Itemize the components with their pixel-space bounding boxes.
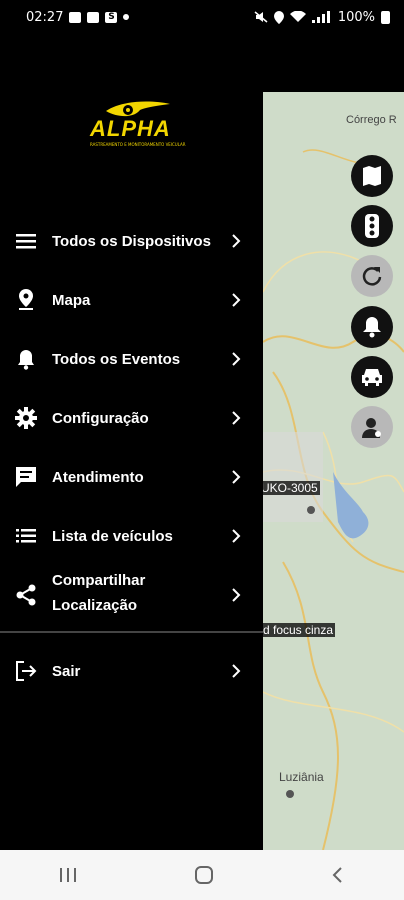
logo-name: ALPHA — [90, 116, 171, 141]
dot-icon — [123, 14, 130, 20]
menu-label: Mapa — [52, 291, 91, 309]
alerts-button[interactable] — [351, 306, 393, 348]
recent-apps-icon[interactable] — [58, 867, 78, 883]
battery-icon — [381, 10, 390, 24]
status-bar: 02:27 S 100% — [0, 0, 404, 34]
menu-label: Atendimento — [52, 468, 144, 486]
menu-icon — [14, 229, 38, 253]
logout-icon — [14, 659, 38, 683]
chat-icon — [14, 465, 38, 489]
menu-label: Lista de veículos — [52, 527, 173, 545]
map-label-luziania: Luziânia — [279, 770, 324, 784]
map-roads — [263, 92, 404, 850]
refresh-icon — [362, 267, 382, 286]
brand-logo: ALPHA RASTREAMENTO E MONITORAMENTO VEICU… — [88, 98, 186, 152]
map-view[interactable]: Córrego R Luziânia UKO-3005 rd focus cin… — [263, 92, 404, 850]
vehicle-button[interactable] — [351, 356, 393, 398]
chevron-right-icon — [232, 293, 241, 307]
menu-divider — [0, 631, 263, 633]
menu-label: Compartilhar — [52, 572, 146, 589]
battery-percent: 100% — [337, 9, 375, 25]
menu-item-todos-dispositivos[interactable]: Todos os Dispositivos — [0, 216, 263, 266]
traffic-button[interactable] — [351, 205, 393, 247]
menu-item-lista-veiculos[interactable]: Lista de veículos — [0, 511, 263, 561]
back-icon[interactable] — [330, 866, 346, 884]
car-icon — [362, 369, 382, 386]
vehicle-plate-tag[interactable]: UKO-3005 — [263, 481, 320, 495]
chevron-right-icon — [232, 470, 241, 484]
chevron-right-icon — [232, 234, 241, 248]
vehicle-name-tag[interactable]: rd focus cinza — [263, 623, 336, 637]
support-agent-icon — [362, 418, 381, 438]
map-icon — [363, 166, 381, 186]
system-navigation-bar — [0, 850, 404, 900]
support-agent-button[interactable] — [351, 406, 393, 448]
map-layers-button[interactable] — [351, 155, 393, 197]
menu-item-sair[interactable]: Sair — [0, 646, 263, 696]
home-icon[interactable] — [194, 865, 214, 885]
bell-icon — [363, 317, 381, 338]
menu-label: Configuração — [52, 409, 149, 427]
gallery-icon — [69, 11, 82, 23]
menu-label: Todos os Dispositivos — [52, 232, 211, 250]
chevron-right-icon — [232, 588, 241, 602]
share-icon — [14, 583, 38, 607]
location-icon — [273, 10, 284, 24]
menu-item-compartilhar-localizacao[interactable]: Compartilhar Localização — [0, 570, 263, 620]
traffic-light-icon — [365, 214, 379, 238]
chevron-right-icon — [232, 529, 241, 543]
chevron-right-icon — [232, 411, 241, 425]
menu-item-todos-eventos[interactable]: Todos os Eventos — [0, 334, 263, 384]
chevron-right-icon — [232, 352, 241, 366]
s-icon: S — [105, 11, 118, 23]
signal-icon — [311, 11, 330, 23]
wifi-icon — [289, 11, 306, 22]
status-time: 02:27 — [26, 9, 64, 25]
logo-tagline: RASTREAMENTO E MONITORAMENTO VEICULAR — [90, 142, 186, 147]
mute-icon — [254, 11, 268, 23]
menu-item-configuracao[interactable]: Configuração — [0, 393, 263, 443]
refresh-button[interactable] — [351, 255, 393, 297]
menu-label: Localização — [52, 597, 138, 614]
bag-icon — [87, 11, 100, 23]
gear-icon — [14, 406, 38, 430]
chevron-right-icon — [232, 664, 241, 678]
menu-item-mapa[interactable]: Mapa — [0, 275, 263, 325]
map-label-corrego: Córrego R — [346, 114, 397, 126]
menu-label: Todos os Eventos — [52, 350, 181, 368]
list-icon — [14, 524, 38, 548]
location-pin-icon — [14, 288, 38, 312]
menu-item-atendimento[interactable]: Atendimento — [0, 452, 263, 502]
bell-icon — [14, 347, 38, 371]
menu-label: Sair — [52, 662, 81, 680]
